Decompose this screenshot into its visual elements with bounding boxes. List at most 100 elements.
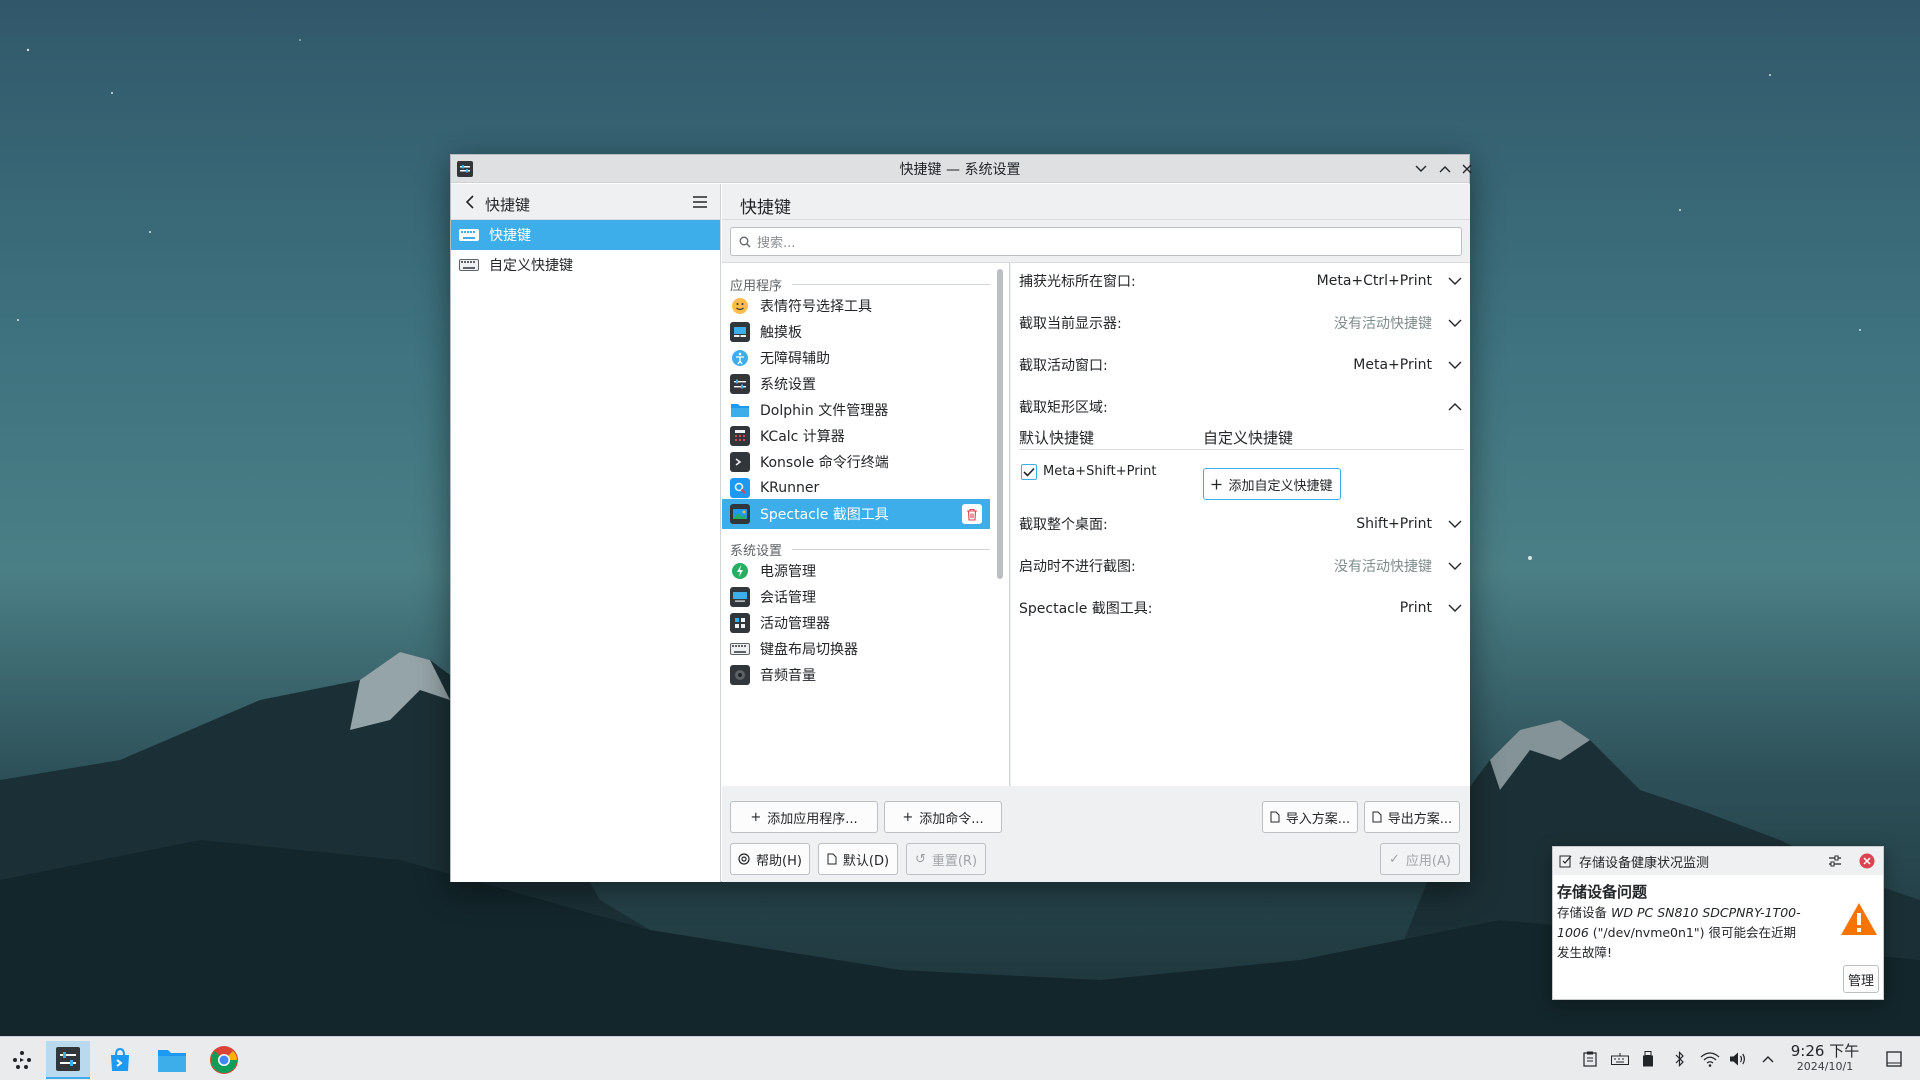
- chevron-up-icon[interactable]: [1446, 398, 1464, 416]
- apply-button[interactable]: ✓ 应用(A): [1380, 843, 1460, 875]
- title-bar[interactable]: 快捷键 — 系统设置: [451, 155, 1472, 183]
- button-label: 默认(D): [842, 853, 890, 869]
- sidebar-item-custom-shortcuts[interactable]: 自定义快捷键: [451, 250, 720, 280]
- keyboard-layout-icon[interactable]: [1610, 1049, 1630, 1069]
- session-icon: [730, 587, 750, 607]
- button-label: 重置(R): [931, 853, 978, 869]
- calculator-icon: [730, 426, 750, 446]
- list-item-label: 音频音量: [760, 668, 816, 684]
- wifi-icon[interactable]: [1700, 1049, 1720, 1069]
- button-label: 导入方案...: [1285, 811, 1351, 827]
- shortcut-value: Meta+Print: [1353, 357, 1432, 373]
- main-header: 快捷键: [722, 184, 1470, 220]
- chevron-down-icon[interactable]: [1446, 272, 1464, 290]
- shortcut-row[interactable]: 启动时不进行截图: 没有活动快捷键: [1019, 551, 1464, 581]
- hamburger-menu-icon[interactable]: [690, 192, 710, 212]
- delete-button[interactable]: [962, 504, 982, 524]
- taskbar-chrome[interactable]: [202, 1041, 246, 1079]
- sidebar: 快捷键 快捷键 自定义快捷键: [451, 184, 721, 882]
- shortcut-row[interactable]: 捕获光标所在窗口: Meta+Ctrl+Print: [1019, 266, 1464, 296]
- minimize-button[interactable]: [1411, 159, 1431, 179]
- export-scheme-button[interactable]: 导出方案...: [1364, 801, 1460, 833]
- terminal-icon: [730, 452, 750, 472]
- chevron-down-icon[interactable]: [1446, 356, 1464, 374]
- list-item-label: Konsole 命令行终端: [760, 455, 889, 471]
- shortcut-value: 没有活动快捷键: [1334, 316, 1432, 332]
- taskbar-discover[interactable]: [98, 1041, 142, 1079]
- add-custom-shortcut-button[interactable]: 添加自定义快捷键: [1203, 468, 1341, 500]
- back-arrow-icon[interactable]: [461, 192, 481, 212]
- chrome-icon: [210, 1046, 238, 1074]
- add-application-button[interactable]: + 添加应用程序...: [730, 801, 878, 833]
- import-scheme-button[interactable]: 导入方案...: [1262, 801, 1358, 833]
- digital-clock[interactable]: 9:26 下午 2024/10/1: [1782, 1043, 1868, 1074]
- show-desktop-icon[interactable]: [1884, 1049, 1904, 1069]
- chevron-down-icon[interactable]: [1446, 515, 1464, 533]
- chevron-down-icon[interactable]: [1446, 599, 1464, 617]
- list-item-label: Spectacle 截图工具: [760, 507, 889, 523]
- usb-device-icon[interactable]: [1638, 1049, 1658, 1069]
- sidebar-item-label: 自定义快捷键: [489, 258, 573, 274]
- default-shortcut-header: 默认快捷键: [1019, 429, 1095, 447]
- shortcut-row[interactable]: 截取当前显示器: 没有活动快捷键: [1019, 308, 1464, 338]
- shortcut-value: 没有活动快捷键: [1334, 559, 1432, 575]
- button-label: 添加自定义快捷键: [1228, 478, 1333, 494]
- application-launcher[interactable]: [0, 1041, 44, 1079]
- shortcut-row[interactable]: 截取整个桌面: Shift+Print: [1019, 509, 1464, 539]
- defaults-button[interactable]: 默认(D): [818, 843, 898, 875]
- reset-button[interactable]: ↺ 重置(R): [906, 843, 986, 875]
- list-item-label: 系统设置: [760, 377, 816, 393]
- taskbar: 9:26 下午 2024/10/1: [0, 1036, 1920, 1080]
- scrollbar[interactable]: [997, 269, 1003, 579]
- keyboard-icon: [730, 639, 750, 659]
- document-export-icon: [1372, 811, 1382, 823]
- chevron-down-icon[interactable]: [1446, 314, 1464, 332]
- shortcut-name: 启动时不进行截图:: [1019, 559, 1136, 575]
- settings-sliders-icon[interactable]: [1827, 853, 1843, 869]
- shortcut-value: Shift+Print: [1356, 516, 1432, 532]
- trash-icon: [967, 508, 977, 521]
- custom-shortcut-header: 自定义快捷键: [1203, 429, 1294, 447]
- notification-app-name: 存储设备健康状况监测: [1579, 855, 1710, 871]
- keyboard-icon: [459, 229, 479, 241]
- bluetooth-icon[interactable]: [1670, 1049, 1690, 1069]
- taskbar-dolphin[interactable]: [150, 1041, 194, 1079]
- list-item-spectacle[interactable]: Spectacle 截图工具: [722, 499, 990, 529]
- list-item-label: 会话管理: [760, 590, 816, 606]
- manage-button[interactable]: 管理: [1843, 965, 1879, 993]
- audio-icon: [730, 665, 750, 685]
- notification-header: 存储设备健康状况监测: [1553, 847, 1883, 875]
- krunner-icon: [730, 478, 750, 498]
- shortcut-row-expanded[interactable]: 截取矩形区域:: [1019, 392, 1464, 422]
- list-item-audio-volume[interactable]: 音频音量: [722, 660, 990, 690]
- list-item-label: 键盘布局切换器: [760, 642, 858, 658]
- maximize-button[interactable]: [1435, 159, 1455, 179]
- taskbar-system-settings[interactable]: [46, 1041, 90, 1079]
- launcher-icon: [13, 1051, 31, 1069]
- system-settings-icon: [56, 1047, 80, 1071]
- disk-health-icon: [1559, 855, 1572, 868]
- shortcut-name: 截取活动窗口:: [1019, 358, 1108, 374]
- plus-icon: +: [902, 809, 914, 825]
- help-button[interactable]: 帮助(H): [730, 843, 810, 875]
- chevron-up-icon: [1439, 166, 1451, 173]
- chevron-down-icon: [1415, 165, 1427, 172]
- document-icon: [827, 853, 837, 865]
- default-shortcut-value: Meta+Shift+Print: [1043, 464, 1157, 479]
- folder-icon: [158, 1050, 186, 1072]
- sidebar-item-shortcuts[interactable]: 快捷键: [451, 220, 720, 250]
- plus-icon: [1211, 479, 1222, 489]
- shortcut-row[interactable]: 截取活动窗口: Meta+Print: [1019, 350, 1464, 380]
- clipboard-icon[interactable]: [1580, 1049, 1600, 1069]
- volume-icon[interactable]: [1728, 1049, 1748, 1069]
- chevron-down-icon[interactable]: [1446, 557, 1464, 575]
- shortcut-row[interactable]: Spectacle 截图工具: Print: [1019, 593, 1464, 623]
- add-command-button[interactable]: + 添加命令...: [884, 801, 1002, 833]
- search-input[interactable]: 搜索...: [730, 227, 1462, 256]
- list-item-label: 无障碍辅助: [760, 351, 830, 367]
- list-item-label: 表情符号选择工具: [760, 299, 872, 315]
- close-icon[interactable]: [1859, 853, 1875, 869]
- default-shortcut-checkbox[interactable]: [1021, 464, 1037, 480]
- close-button[interactable]: [1457, 159, 1477, 179]
- expand-tray-icon[interactable]: [1758, 1049, 1778, 1069]
